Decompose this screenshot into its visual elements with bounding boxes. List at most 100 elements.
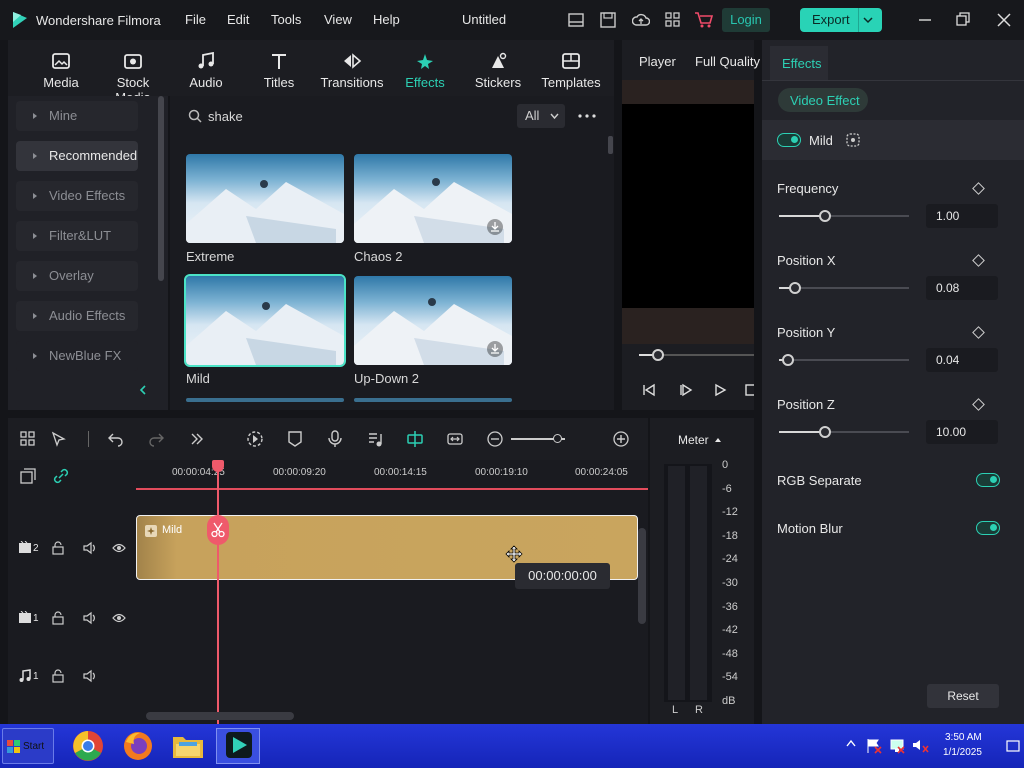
effect-thumbnail-mild[interactable] xyxy=(184,274,346,367)
microphone-icon[interactable] xyxy=(328,430,342,448)
lock-icon[interactable] xyxy=(52,611,64,625)
sidebar-item-video-effects[interactable]: Video Effects xyxy=(16,181,138,211)
download-icon[interactable] xyxy=(486,340,504,358)
eye-icon[interactable] xyxy=(112,612,126,624)
menu-file[interactable]: File xyxy=(185,12,206,27)
frequency-value-input[interactable]: 1.00 xyxy=(926,204,998,228)
split-button[interactable] xyxy=(207,515,229,545)
tab-stock-media[interactable]: Stock Media xyxy=(98,40,168,105)
effect-enable-toggle[interactable] xyxy=(777,133,801,147)
menu-help[interactable]: Help xyxy=(373,12,400,27)
login-button[interactable]: Login xyxy=(722,8,770,32)
audio-track-icon[interactable] xyxy=(367,430,383,448)
lock-icon[interactable] xyxy=(52,541,64,555)
cloud-upload-icon[interactable] xyxy=(632,12,650,28)
play-icon[interactable] xyxy=(713,383,727,397)
layout-grid-icon[interactable] xyxy=(20,431,36,447)
tab-media[interactable]: Media xyxy=(26,40,96,96)
effect-settings-icon[interactable] xyxy=(846,133,860,147)
reset-button[interactable]: Reset xyxy=(927,684,999,708)
menu-tools[interactable]: Tools xyxy=(271,12,301,27)
tab-stickers[interactable]: Stickers xyxy=(463,40,533,96)
timeline-ruler[interactable] xyxy=(136,488,648,490)
sidebar-item-filter-lut[interactable]: Filter&LUT xyxy=(16,221,138,251)
position-y-value-input[interactable]: 0.04 xyxy=(926,348,998,372)
effect-thumbnail-extreme[interactable] xyxy=(186,154,344,243)
file-explorer-taskbar-button[interactable] xyxy=(166,728,210,764)
position-y-slider-handle[interactable] xyxy=(782,354,794,366)
start-button[interactable]: Start xyxy=(2,728,54,764)
marker-icon[interactable] xyxy=(287,430,303,448)
tab-transitions[interactable]: Transitions xyxy=(317,40,387,96)
menu-edit[interactable]: Edit xyxy=(227,12,249,27)
sidebar-item-overlay[interactable]: Overlay xyxy=(16,261,138,291)
chrome-taskbar-button[interactable] xyxy=(66,728,110,764)
tab-audio[interactable]: Audio xyxy=(171,40,241,96)
motion-blur-toggle[interactable] xyxy=(976,521,1000,535)
effect-thumbnail-up-down-2[interactable] xyxy=(354,276,512,365)
speaker-icon[interactable] xyxy=(83,541,97,555)
effect-thumbnail-chaos-2[interactable] xyxy=(354,154,512,243)
frequency-slider-handle[interactable] xyxy=(819,210,831,222)
playhead[interactable] xyxy=(217,460,219,724)
tray-expand-icon[interactable] xyxy=(846,739,856,749)
tab-titles[interactable]: Titles xyxy=(244,40,314,96)
tray-volume-icon[interactable] xyxy=(912,738,930,754)
tab-templates[interactable]: Templates xyxy=(536,40,606,96)
cart-icon[interactable] xyxy=(694,11,714,29)
filmora-taskbar-button[interactable] xyxy=(216,728,260,764)
library-scrollbar[interactable] xyxy=(608,136,613,154)
apps-grid-icon[interactable] xyxy=(665,12,681,28)
sidebar-item-audio-effects[interactable]: Audio Effects xyxy=(16,301,138,331)
quality-dropdown[interactable]: Full Quality xyxy=(695,54,760,69)
position-y-slider[interactable] xyxy=(779,359,909,361)
zoom-out-icon[interactable] xyxy=(487,431,503,447)
zoom-in-icon[interactable] xyxy=(613,431,629,447)
previous-frame-icon[interactable] xyxy=(642,383,656,397)
download-icon[interactable] xyxy=(486,218,504,236)
lock-icon[interactable] xyxy=(52,669,64,683)
tab-effects-panel[interactable]: Effects xyxy=(770,46,828,80)
collapse-sidebar-icon[interactable] xyxy=(138,384,148,396)
video-effect-chip[interactable]: Video Effect xyxy=(778,88,868,112)
position-z-slider-handle[interactable] xyxy=(819,426,831,438)
firefox-taskbar-button[interactable] xyxy=(116,728,160,764)
more-tools-icon[interactable] xyxy=(189,431,205,447)
next-frame-icon[interactable] xyxy=(679,383,693,397)
link-icon[interactable] xyxy=(53,468,69,484)
redo-icon[interactable] xyxy=(148,431,164,447)
search-input[interactable] xyxy=(208,106,508,126)
fit-timeline-icon[interactable] xyxy=(447,431,463,447)
speaker-icon[interactable] xyxy=(83,611,97,625)
menu-view[interactable]: View xyxy=(324,12,352,27)
caret-up-icon[interactable] xyxy=(714,437,722,443)
chevron-down-icon[interactable] xyxy=(863,16,873,24)
export-button[interactable]: Export xyxy=(800,8,882,32)
sidebar-item-newblue-fx[interactable]: NewBlue FX xyxy=(16,341,138,371)
minimize-icon[interactable] xyxy=(918,14,932,26)
save-icon[interactable] xyxy=(600,12,616,28)
zoom-slider-handle[interactable] xyxy=(553,434,562,443)
sidebar-item-mine[interactable]: Mine xyxy=(16,101,138,131)
position-x-value-input[interactable]: 0.08 xyxy=(926,276,998,300)
snap-icon[interactable] xyxy=(406,430,424,448)
playhead-handle[interactable] xyxy=(212,460,224,472)
sidebar-scrollbar[interactable] xyxy=(158,96,164,281)
add-track-icon[interactable] xyxy=(20,468,36,484)
layout-icon[interactable] xyxy=(568,13,584,27)
rgb-separate-toggle[interactable] xyxy=(976,473,1000,487)
restore-icon[interactable] xyxy=(956,12,970,26)
position-x-slider-handle[interactable] xyxy=(789,282,801,294)
player-tab[interactable]: Player xyxy=(639,54,676,69)
timeline-horizontal-scrollbar[interactable] xyxy=(146,712,294,720)
meter-label[interactable]: Meter xyxy=(678,433,709,447)
playback-handle[interactable] xyxy=(652,349,664,361)
undo-icon[interactable] xyxy=(108,431,124,447)
stop-icon[interactable] xyxy=(745,383,754,397)
tray-flag-icon[interactable] xyxy=(866,738,882,754)
eye-icon[interactable] xyxy=(112,542,126,554)
more-options-icon[interactable] xyxy=(578,114,596,118)
position-z-value-input[interactable]: 10.00 xyxy=(926,420,998,444)
filter-dropdown[interactable]: All xyxy=(517,104,565,128)
speaker-icon[interactable] xyxy=(83,669,97,683)
